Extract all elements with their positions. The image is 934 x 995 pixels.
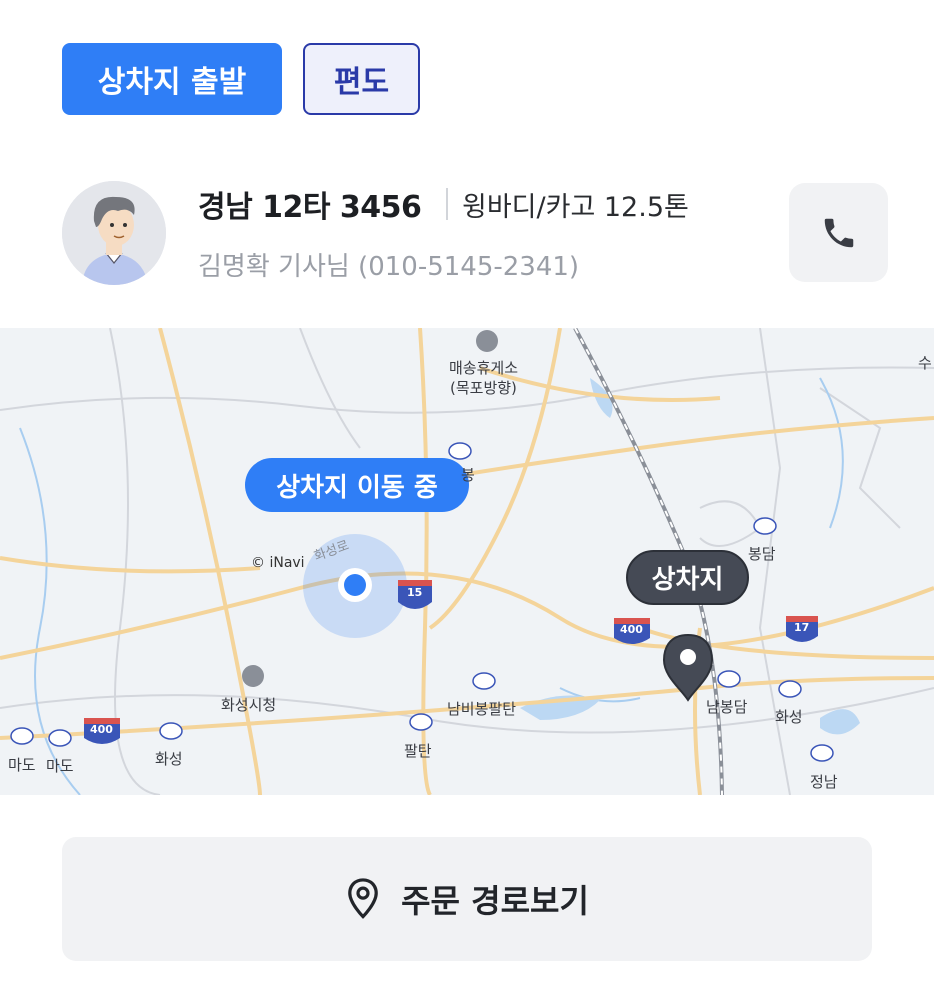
restaurant-icon [476, 330, 498, 352]
map-label-hwaseong: 화성 [155, 750, 183, 768]
city-hall-icon [242, 665, 264, 687]
call-driver-button[interactable] [789, 183, 888, 282]
map-label-nambongdam: 남봉담 [706, 698, 748, 716]
location-pin-icon [348, 878, 378, 919]
route-map[interactable]: 상차지 이동 중 상차지 © iNavi 매송휴게소 (목포방향) 화성로 화성… [0, 328, 934, 795]
map-label-hwaseong-east: 화성 [775, 708, 803, 726]
driver-avatar [62, 181, 166, 285]
destination-bubble: 상차지 [626, 550, 749, 605]
view-order-route-button[interactable]: 주문 경로보기 [62, 837, 872, 961]
map-label-bongdam: 봉담 [748, 545, 776, 563]
vehicle-plate: 경남 12타 3456 [198, 190, 422, 225]
map-label-bong: 봉 [461, 466, 475, 484]
map-credit: © iNavi [251, 555, 305, 571]
route-number-17: 17 [794, 621, 810, 634]
map-label-su: 수 [918, 354, 932, 372]
view-order-route-label: 주문 경로보기 [401, 882, 589, 920]
map-label-rest-area-direction: (목포방향) [450, 379, 517, 397]
trip-type-tag: 편도 [303, 43, 420, 115]
map-label-mado: 마도 [8, 756, 36, 774]
map-label-city-hall: 화성시청 [221, 696, 277, 714]
separator [446, 188, 448, 220]
driver-info: 김명확 기사님 (010-5145-2341) [198, 252, 580, 282]
map-label-paltan: 팔탄 [404, 742, 432, 760]
vehicle-type: 윙바디/카고 12.5톤 [462, 192, 689, 223]
route-number-15: 15 [407, 586, 423, 599]
map-label-jeongnam: 정남 [810, 773, 838, 791]
phone-icon [824, 218, 853, 247]
moving-status-bubble: 상차지 이동 중 [245, 458, 469, 512]
map-label-rest-area: 매송휴게소 [449, 359, 519, 377]
route-number-400: 400 [620, 623, 643, 636]
map-label-mado-2: 마도 [46, 757, 74, 775]
status-tag-departure: 상차지 출발 [62, 43, 282, 115]
route-number-400-west: 400 [90, 723, 113, 736]
map-label-nambi: 남비봉팔탄 [447, 700, 517, 718]
